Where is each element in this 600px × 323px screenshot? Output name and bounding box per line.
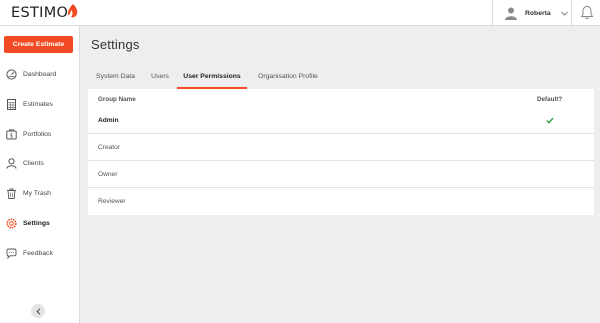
tab-label: System Data [96,72,135,80]
tab-label: Organisation Profile [258,72,318,80]
sidebar-item-estimates[interactable]: Estimates [0,94,80,114]
sidebar-item-settings[interactable]: Settings [0,213,80,233]
tab-organisation-profile[interactable]: Organisation Profile [247,64,329,88]
collapse-sidebar-button[interactable] [31,304,45,318]
sidebar-item-clients[interactable]: Clients [0,153,80,173]
tab-system-data[interactable]: System Data [88,64,143,88]
sidebar-item-my-trash[interactable]: My Trash [0,183,80,203]
sidebar-item-feedback[interactable]: Feedback [0,243,80,263]
estimates-icon [7,98,16,110]
flame-icon [68,4,78,18]
table-row[interactable]: Creator [88,134,594,161]
sidebar-item-label: Estimates [23,100,53,108]
group-name-cell: Creator [98,143,120,151]
tab-label: User Permissions [183,72,241,80]
permissions-table: Group Name Default? Admin Creator Owner … [88,89,594,215]
sidebar-item-dashboard[interactable]: Dashboard [0,64,80,84]
portfolios-icon: $ [6,128,17,139]
group-name-cell: Owner [98,170,118,178]
page-title: Settings [91,37,140,52]
svg-text:$: $ [10,132,14,139]
sidebar-item-label: Settings [23,219,50,227]
tab-users[interactable]: Users [143,64,177,88]
column-header-default: Default? [537,96,563,103]
table-row[interactable]: Reviewer [88,188,594,215]
chevron-down-icon [560,11,568,16]
user-name: Roberta [525,9,551,17]
dashboard-icon [6,68,17,80]
group-name-cell: Admin [98,116,119,124]
group-name-cell: Reviewer [98,198,126,205]
sidebar-item-label: Dashboard [23,70,57,78]
chevron-left-icon [35,307,40,315]
settings-icon [6,217,17,229]
user-menu[interactable]: Roberta [492,0,572,26]
table-row[interactable]: Admin [88,107,594,134]
table-header: Group Name Default? [88,89,594,107]
sidebar-item-portfolios[interactable]: $ Portfolios [0,124,80,144]
sidebar-item-label: Feedback [23,249,53,257]
clients-icon [6,157,17,169]
create-estimate-button[interactable]: Create Estimate [4,36,73,53]
feedback-icon [6,248,17,259]
sidebar: Create Estimate Dashboard Estimates $ Po… [0,26,80,323]
notification-bell-icon[interactable] [580,5,594,20]
top-bar: ESTIMO Roberta [0,0,600,26]
sidebar-item-label: My Trash [23,189,51,197]
logo-text: ESTIMO [11,5,69,21]
table-row[interactable]: Owner [88,161,594,188]
tab-label: Users [151,72,169,80]
app-logo[interactable]: ESTIMO [11,4,79,22]
trash-icon [7,188,16,199]
user-avatar-icon [505,7,517,20]
column-header-group-name: Group Name [98,96,136,103]
sidebar-item-label: Portfolios [23,130,52,138]
sidebar-item-label: Clients [23,159,44,167]
checkmark-icon [546,117,554,124]
tab-user-permissions[interactable]: User Permissions [177,64,247,89]
